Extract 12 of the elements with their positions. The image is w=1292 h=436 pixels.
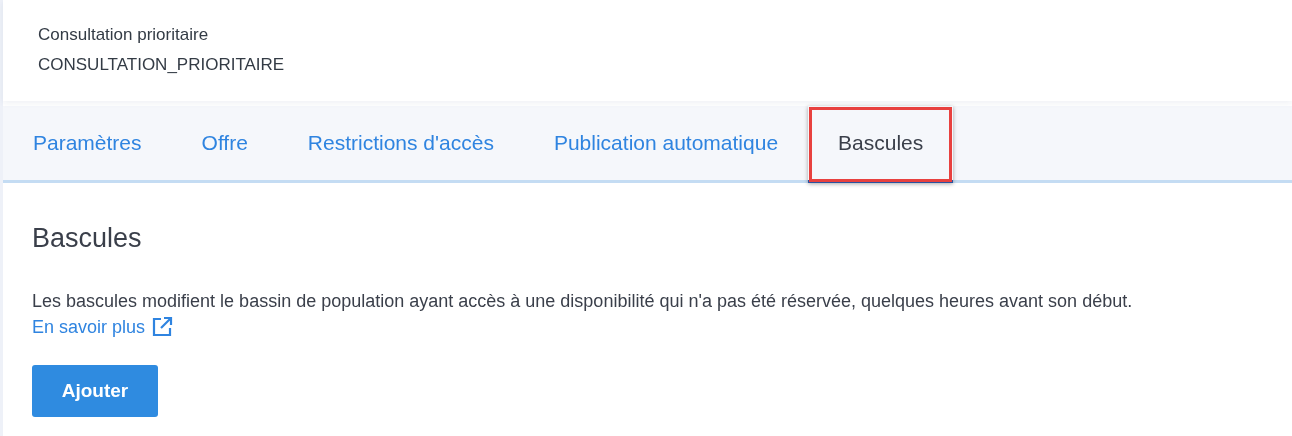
add-button[interactable]: Ajouter [32, 365, 158, 417]
tab[interactable]: Offre [171, 106, 278, 183]
tab[interactable]: Paramètres [3, 106, 172, 183]
tab[interactable]: Restrictions d'accès [277, 106, 524, 183]
header-code: CONSULTATION_PRIORITAIRE [38, 54, 286, 76]
learn-more-link[interactable]: En savoir plus [32, 314, 174, 340]
description-text: Les bascules modifient le bassin de population ayant accès à une disponibilité qui n'a pas été réservée, quelques heures avant son début. [32, 290, 1134, 313]
tab[interactable]: Bascules [808, 106, 954, 183]
section-title: Bascules [32, 222, 143, 255]
header-title: Consultation prioritaire [38, 24, 210, 46]
external-link-icon [151, 316, 174, 338]
tab[interactable]: Publication automatique [523, 106, 809, 183]
